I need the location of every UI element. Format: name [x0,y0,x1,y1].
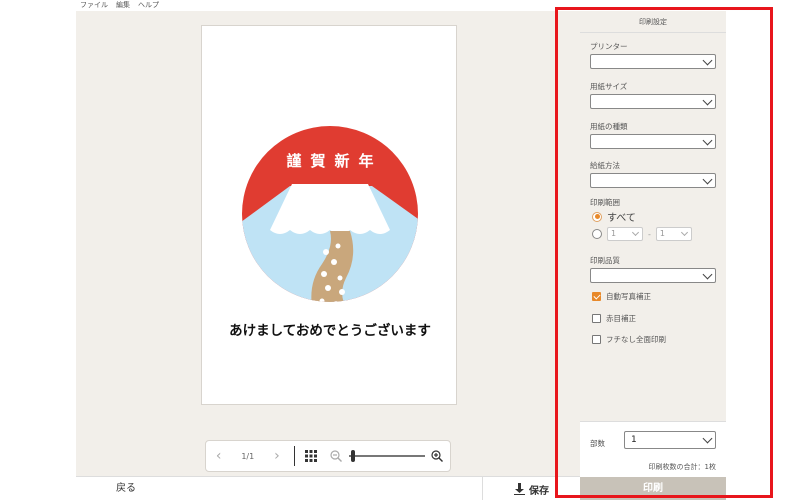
zoom-slider[interactable] [348,448,425,464]
zoom-out-icon [330,450,343,462]
page-indicator: 1/1 [241,451,255,461]
download-icon [514,483,525,495]
zoom-in-icon [431,450,444,462]
back-button[interactable]: 戻る [76,477,176,500]
new-year-illustration: 謹 賀 新 年 [242,126,418,302]
menu-edit[interactable]: 編集 [116,0,130,11]
headline-char-4: 年 [358,152,373,170]
chevron-right-icon: › [274,448,280,464]
next-page-button[interactable]: › [264,441,289,471]
chevron-left-icon: ‹ [215,448,222,464]
greeting-text: あけましておめでとうございます [229,323,431,339]
zoom-out-button[interactable] [324,441,349,471]
headline-char-2: 賀 [309,152,325,170]
highlight-frame [555,7,773,498]
bottom-bar: 戻る 保存 [76,476,580,500]
card-preview: 謹 賀 新 年 あけましておめでとうございます [201,25,457,405]
zoom-in-button[interactable] [425,441,450,471]
prev-page-button[interactable]: ‹ [206,441,231,471]
menu-help[interactable]: ヘルプ [138,0,159,11]
viewer-toolbar: ‹ 1/1 › [205,440,451,472]
menu-file[interactable]: ファイル [80,0,108,11]
headline-char-1: 謹 [286,152,301,170]
zoom-slider-handle[interactable] [350,450,355,462]
save-button-label: 保存 [529,485,549,497]
grid-view-button[interactable] [298,441,323,471]
headline-char-3: 新 [334,152,349,170]
toolbar-divider [293,446,295,466]
zoom-slider-track [348,455,425,457]
grid-icon [305,450,318,462]
